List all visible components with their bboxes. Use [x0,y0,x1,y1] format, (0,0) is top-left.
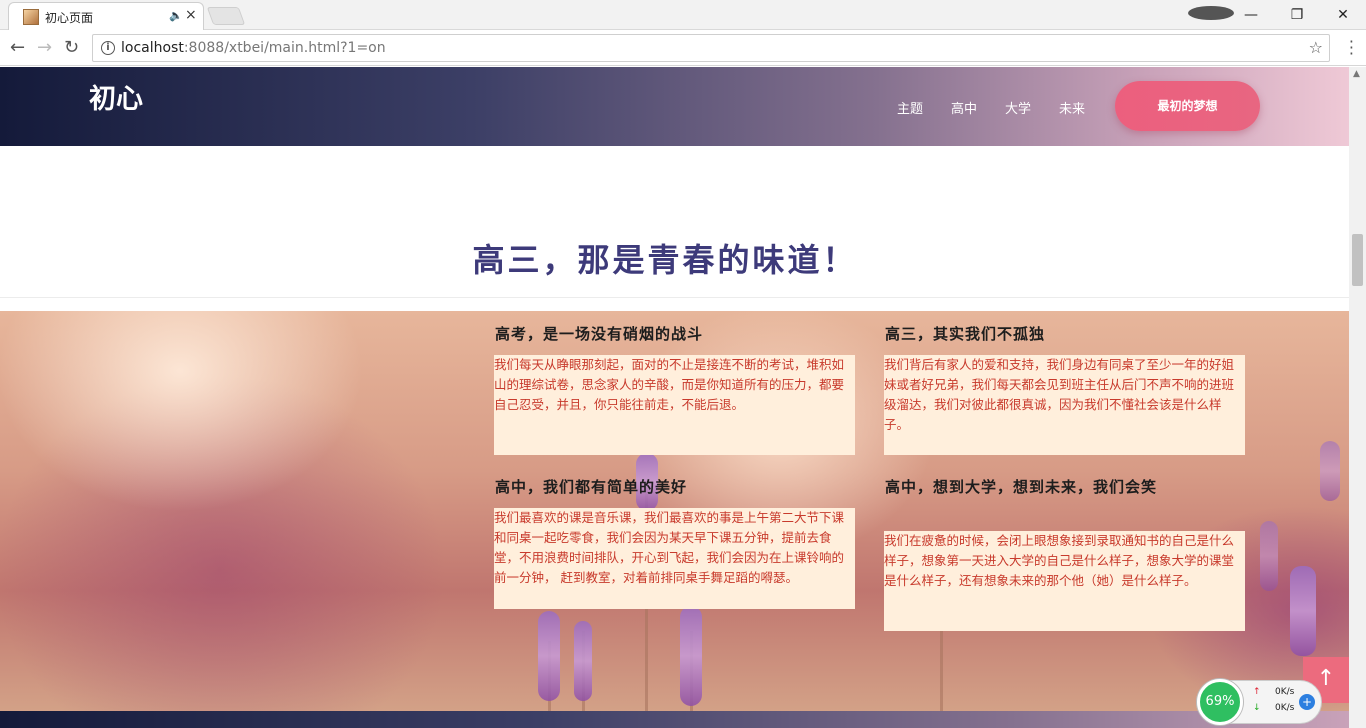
card-title-2: 高三，其实我们不孤独 [885,325,1046,343]
lavender-flower-image [1290,566,1316,656]
close-tab-icon[interactable]: × [185,7,197,23]
card-title-1: 高考，是一场没有硝烟的战斗 [495,325,704,343]
page-favicon-icon [23,9,39,25]
footer-strip [0,711,1349,728]
card-title-4: 高中，想到大学，想到未来，我们会笑 [885,478,1158,496]
scroll-thumb[interactable] [1352,234,1363,286]
address-bar-row: ← → ↻ i localhost:8088/xtbei/main.html?1… [0,30,1366,66]
first-dream-button[interactable]: 最初的梦想 [1115,81,1260,131]
lavender-flower-image [1260,521,1278,591]
card-body-1: 我们每天从睁眼那刻起，面对的不止是接连不断的考试，堆积如山的理综试卷，思念家人的… [494,355,855,455]
card-body-2: 我们背后有家人的爱和支持，我们身边有同桌了至少一年的好姐妹或者好兄弟，我们每天都… [884,355,1245,455]
plus-icon[interactable]: + [1299,694,1315,710]
upload-speed: 0K/s [1275,687,1295,697]
url-text[interactable]: localhost:8088/xtbei/main.html?1=on [121,40,386,56]
new-tab-button[interactable] [206,7,246,25]
divider [0,297,1349,298]
lavender-flower-image [574,621,592,701]
card-title-3: 高中，我们都有简单的美好 [495,478,688,496]
upload-arrow-icon: ↑ [1253,687,1261,697]
lavender-flower-image [1320,441,1340,501]
back-arrow-icon[interactable]: ← [10,37,25,58]
lavender-flower-image [680,606,702,706]
speaker-icon[interactable]: 🔈 [169,9,183,22]
scroll-up-arrow-icon[interactable]: ▲ [1353,69,1360,79]
nav-item-future[interactable]: 未来 [1059,98,1085,117]
info-icon[interactable]: i [101,41,115,55]
cpu-usage-badge[interactable]: 69% [1197,679,1243,725]
browser-menu-icon[interactable]: · · · [1349,34,1354,62]
close-window-button[interactable]: ✕ [1320,7,1366,23]
url-input[interactable]: i localhost:8088/xtbei/main.html?1=on ☆ [92,34,1330,62]
page-viewport: 初心 主题 高中 大学 未来 最初的梦想 高三，那是青春的味道！ 高考，是一场没… [0,67,1349,728]
nav-item-university[interactable]: 大学 [1005,98,1031,117]
bookmark-star-icon[interactable]: ☆ [1309,38,1323,57]
card-body-3: 我们最喜欢的课是音乐课，我们最喜欢的事是上午第二大节下课和同桌一起吃零食，我们会… [494,508,855,609]
card-body-4: 我们在疲惫的时候，会闭上眼想象接到录取通知书的自己是什么样子，想象第一天进入大学… [884,531,1245,631]
reload-icon[interactable]: ↻ [64,37,79,58]
page-scrollbar[interactable]: ▲ [1349,67,1366,728]
network-speed-widget[interactable]: 69% ↑ 0K/s ↓ 0K/s + [1196,679,1322,725]
download-arrow-icon: ↓ [1253,703,1261,713]
site-header: 初心 主题 高中 大学 未来 最初的梦想 [0,67,1349,146]
minimize-button[interactable]: — [1228,7,1274,23]
maximize-button[interactable]: ❐ [1274,7,1320,23]
main-nav: 主题 高中 大学 未来 [897,98,1113,117]
hero-lavender-background: 高考，是一场没有硝烟的战斗 我们每天从睁眼那刻起，面对的不止是接连不断的考试，堆… [0,311,1349,711]
forward-arrow-icon[interactable]: → [37,37,52,58]
tab-title: 初心页面 [45,11,94,25]
download-speed: 0K/s [1275,703,1295,713]
account-icon[interactable] [1188,6,1234,24]
nav-item-highschool[interactable]: 高中 [951,98,977,117]
section-title: 高三，那是青春的味道！ [472,241,858,279]
browser-tab[interactable]: 初心页面 🔈 × [8,2,204,30]
window-controls: — ❐ ✕ [1188,0,1366,30]
nav-item-theme[interactable]: 主题 [897,98,923,117]
browser-tab-bar: 初心页面 🔈 × — ❐ ✕ [0,0,1366,30]
lavender-flower-image [538,611,560,701]
site-logo[interactable]: 初心 [89,77,143,116]
